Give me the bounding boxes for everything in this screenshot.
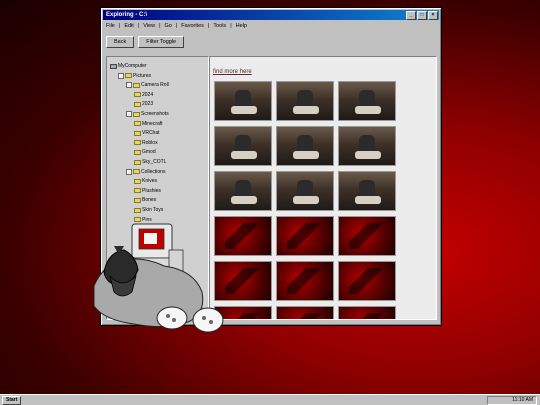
tree-item-roblox[interactable]: Roblox [134,140,158,146]
window-title: Exploring - C:\ [106,12,147,18]
tree-item-knives[interactable]: Knives [134,178,157,184]
taskbar: Start 11:10 AM [0,394,540,405]
tree-item-label: Knives [142,178,158,185]
expand-toggle-icon[interactable]: - [118,72,124,79]
mascot-illustration [93,223,224,333]
menu-go[interactable]: Go [165,22,172,31]
tree-item-vrchat[interactable]: VRChat [134,130,160,136]
photo-thumbnail[interactable] [338,171,396,211]
tree-item-mycomputer[interactable]: MyComputer [110,63,147,69]
tree-item-label: 2023 [142,101,154,108]
tree-item-plushies[interactable]: Plushies [134,188,161,194]
folder-icon [134,92,141,98]
folder-icon [125,73,132,79]
close-button[interactable]: × [428,11,438,20]
folder-icon [133,111,140,117]
folder-icon [134,149,141,155]
folder-icon [134,121,141,127]
tree-item-label: Pictures [133,72,152,79]
tree-item-pictures[interactable]: - Pictures [118,72,152,79]
system-tray: 11:10 AM [487,396,537,405]
filter-toggle-button[interactable]: Filter Toggle [138,36,185,48]
tree-item-sky-cotl[interactable]: Sky_COTL [134,159,166,165]
photo-thumbnail[interactable] [276,81,334,121]
tree-item-collections[interactable]: - Collections [126,168,166,175]
menu-edit[interactable]: Edit [124,22,133,31]
photo-thumbnail[interactable] [214,171,272,211]
tree-item-label: VRChat [142,130,160,137]
tree-item-label: Minecraft [142,120,163,127]
photo-thumbnail[interactable] [276,306,334,319]
thumbnail-panel: find more here [209,56,437,320]
photo-thumbnail[interactable] [338,261,396,301]
tree-item-label: Bones [142,197,157,204]
title-bar[interactable]: Exploring - C:\ _ □ × [103,10,439,20]
expand-toggle-icon[interactable]: - [126,111,132,117]
photo-thumbnail[interactable] [338,216,396,256]
tree-item-label: Plushies [142,187,161,194]
find-more-link[interactable]: find more here [213,69,252,75]
tree-item-label: Collections [141,168,166,175]
tree-item-screenshots[interactable]: - Screenshots [126,111,169,117]
tree-item-2023[interactable]: 2023 [134,101,153,107]
computer-icon [110,63,117,69]
back-button[interactable]: Back [106,36,135,48]
expand-toggle-icon[interactable]: - [126,82,132,89]
tree-item-label: Sky_COTL [142,159,167,165]
photo-thumbnail[interactable] [276,126,334,166]
menu-tools[interactable]: Tools [213,22,226,31]
tree-item-bones[interactable]: Bones [134,197,156,203]
folder-icon [134,130,141,136]
maximize-button[interactable]: □ [417,11,427,20]
tree-item-label: Skin Toys [142,207,164,213]
folder-icon [134,197,141,203]
folder-icon [133,169,140,175]
folder-icon [133,82,140,88]
expand-toggle-icon[interactable]: - [126,168,132,175]
menu-bar: File | Edit | View | Go | Favorites | Tools | … [106,22,247,31]
start-button[interactable]: Start [2,396,22,405]
tree-item-label: 2024 [142,91,154,98]
tree-item-label: Screenshots [141,111,169,117]
photo-thumbnail[interactable] [276,216,334,256]
menu-file[interactable]: File [106,22,115,31]
tree-item-skin-toys[interactable]: Skin Toys [134,207,163,213]
minimize-button[interactable]: _ [406,11,416,20]
tree-item-label: MyComputer [118,63,147,69]
folder-icon [134,207,141,213]
folder-icon [134,140,141,146]
folder-icon [134,178,141,184]
clock: 11:10 AM [512,397,533,403]
photo-thumbnail[interactable] [214,126,272,166]
tree-item-label: Roblox [142,139,158,146]
photo-thumbnail[interactable] [338,126,396,166]
photo-thumbnail[interactable] [214,81,272,121]
menu-favorites[interactable]: Favorites [181,22,204,31]
menu-help[interactable]: Help [236,22,247,31]
tree-item-2024[interactable]: 2024 [134,92,153,98]
tree-item-camera-roll[interactable]: - Camera Roll [126,82,169,89]
photo-thumbnail[interactable] [338,81,396,121]
tree-item-label: Camera Roll [141,82,169,89]
tree-item-gmod[interactable]: Gmod [134,149,156,155]
tree-item-minecraft[interactable]: Minecraft [134,121,163,127]
folder-icon [134,159,141,165]
photo-thumbnail[interactable] [276,261,334,301]
photo-thumbnail[interactable] [276,171,334,211]
photo-thumbnail[interactable] [338,306,396,319]
toolbar: Back Filter Toggle [106,36,185,48]
folder-icon [134,188,141,194]
folder-icon [134,101,141,107]
tree-item-label: Gmod [142,149,156,156]
menu-view[interactable]: View [143,22,155,31]
